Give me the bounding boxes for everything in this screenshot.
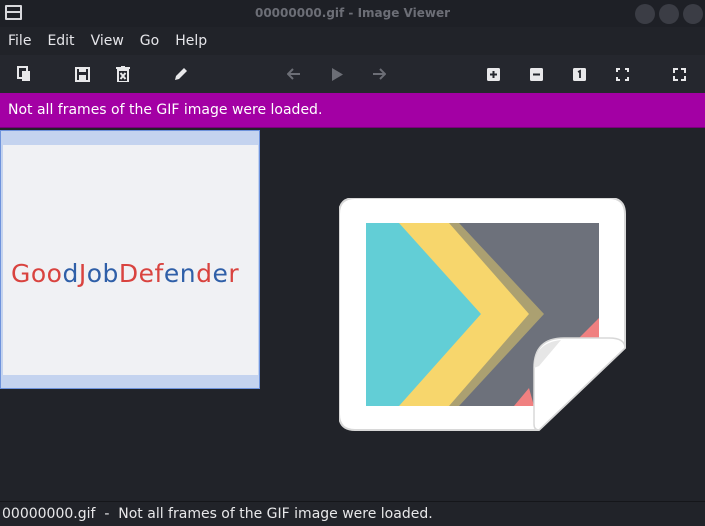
previous-button[interactable]	[279, 55, 309, 93]
forward-arrow-icon	[373, 68, 386, 80]
missing-image-icon	[339, 198, 626, 431]
zoom-original-icon	[572, 67, 586, 81]
back-arrow-icon	[287, 68, 300, 80]
thumbnail-image: GoodJobDefender	[3, 145, 258, 375]
fit-window-button[interactable]	[607, 55, 637, 93]
delete-button[interactable]	[108, 55, 138, 93]
menu-file[interactable]: File	[0, 27, 39, 55]
zoom-out-button[interactable]	[521, 55, 551, 93]
next-button[interactable]	[364, 55, 394, 93]
close-button[interactable]	[683, 4, 703, 24]
window-title: 00000000.gif - Image Viewer	[254, 6, 451, 20]
fullscreen-button[interactable]	[664, 55, 694, 93]
toolbar	[0, 55, 705, 93]
title-bar: 00000000.gif - Image Viewer	[0, 0, 705, 27]
menu-bar: File Edit View Go Help	[0, 27, 705, 55]
fullscreen-icon	[672, 67, 686, 81]
play-button[interactable]	[322, 55, 352, 93]
warning-infobar: Not all frames of the GIF image were loa…	[0, 93, 705, 128]
play-icon	[332, 67, 343, 81]
zoom-out-icon	[529, 67, 543, 81]
save-button[interactable]	[67, 55, 97, 93]
image-area: GoodJobDefender	[0, 128, 705, 501]
menu-edit[interactable]: Edit	[39, 27, 82, 55]
zoom-in-icon	[486, 67, 500, 81]
minimize-button[interactable]	[635, 4, 655, 24]
status-bar: 00000000.gif - Not all frames of the GIF…	[0, 501, 705, 526]
copy-button[interactable]	[9, 55, 39, 93]
zoom-original-button[interactable]	[564, 55, 594, 93]
infobar-message: Not all frames of the GIF image were loa…	[8, 102, 323, 118]
menu-view[interactable]: View	[83, 27, 132, 55]
edit-button[interactable]	[166, 55, 196, 93]
menu-go[interactable]: Go	[132, 27, 167, 55]
delete-icon	[116, 66, 130, 82]
copy-icon	[17, 66, 30, 81]
image-viewer-window: 00000000.gif - Image Viewer File Edit Vi…	[0, 0, 705, 526]
save-icon	[74, 66, 90, 82]
fit-icon	[615, 67, 629, 81]
status-text: 00000000.gif - Not all frames of the GIF…	[2, 506, 433, 522]
edit-icon	[175, 68, 187, 80]
menu-help[interactable]: Help	[167, 27, 215, 55]
maximize-button[interactable]	[659, 4, 679, 24]
thumbnail-selected[interactable]: GoodJobDefender	[0, 130, 260, 389]
logo-text: GoodJobDefender	[11, 259, 240, 288]
zoom-in-button[interactable]	[478, 55, 508, 93]
